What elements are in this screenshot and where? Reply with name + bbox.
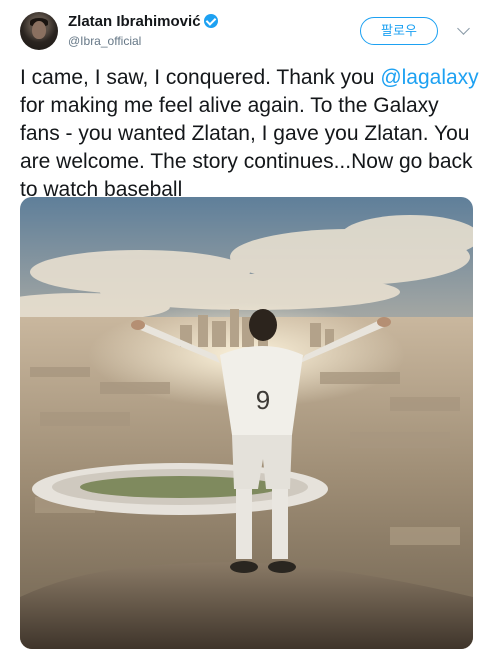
avatar-face [32,21,46,39]
avatar[interactable] [20,12,58,50]
follow-button[interactable]: 팔로우 [360,17,438,45]
tweet-text-start: I came, I saw, I conquered. Thank you [20,66,381,89]
author-display-name[interactable]: Zlatan Ibrahimović [68,13,201,30]
tweet-header: Zlatan Ibrahimović @Ibra_official 팔로우 [0,0,499,60]
tweet-text: I came, I saw, I conquered. Thank you @l… [20,64,482,204]
chevron-down-icon[interactable] [457,22,470,35]
tweet-media-image[interactable]: 9 [20,197,473,649]
mention-link[interactable]: @lagalaxy [380,66,478,89]
author-name-row[interactable]: Zlatan Ibrahimović [68,13,218,31]
city-overlook-illustration: 9 [20,197,473,649]
tweet-text-end: for making me feel alive again. To the G… [20,94,473,201]
verified-badge-icon [203,14,218,28]
jersey-number: 9 [256,385,270,415]
author-handle[interactable]: @Ibra_official [68,34,141,48]
